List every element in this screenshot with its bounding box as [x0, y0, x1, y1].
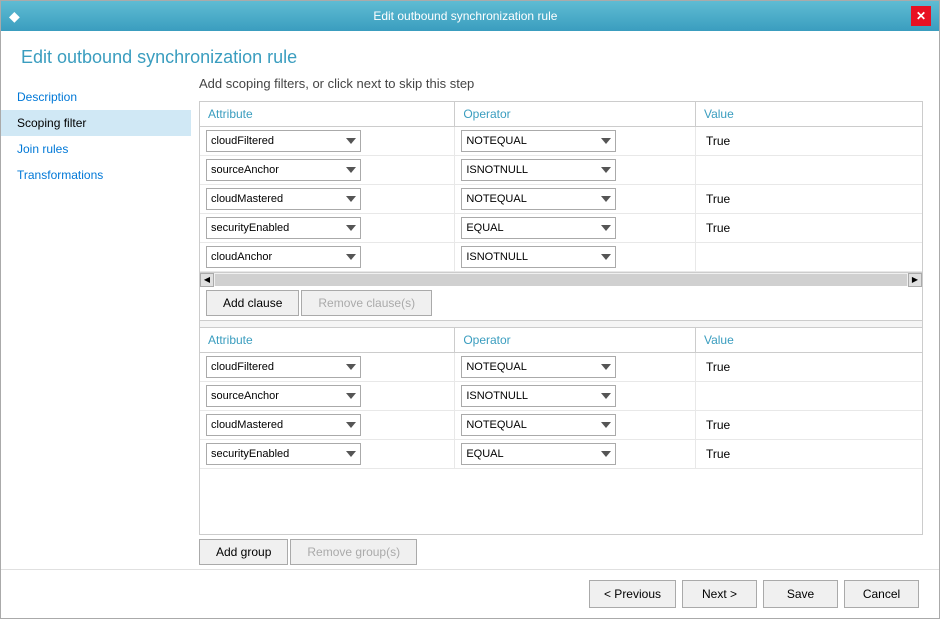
g2-attr-3[interactable]: cloudMastered [206, 414, 361, 436]
g1-op-1[interactable]: NOTEQUAL [461, 130, 616, 152]
main-content: Add scoping filters, or click next to sk… [191, 76, 939, 569]
sidebar: Description Scoping filter Join rules Tr… [1, 76, 191, 569]
group-separator [200, 320, 922, 328]
g1-attr-5[interactable]: cloudAnchor [206, 246, 361, 268]
g2-val-4: True [702, 447, 730, 461]
g2-attr-4[interactable]: securityEnabled [206, 443, 361, 465]
bottom-buttons: < Previous Next > Save Cancel [1, 569, 939, 618]
clause-buttons-row: Add clause Remove clause(s) [206, 290, 916, 316]
g1-op-5[interactable]: ISNOTNULL [461, 246, 616, 268]
g1-attr-4[interactable]: securityEnabled [206, 217, 361, 239]
hscroll-left-btn[interactable]: ◀ [200, 273, 214, 287]
g2-val-2 [702, 389, 706, 403]
step-title: Add scoping filters, or click next to sk… [199, 76, 923, 91]
hscroll-track[interactable] [215, 274, 907, 286]
g1-attr-1[interactable]: cloudFiltered [206, 130, 361, 152]
remove-clause-button[interactable]: Remove clause(s) [301, 290, 432, 316]
cancel-button[interactable]: Cancel [844, 580, 919, 608]
close-button[interactable]: ✕ [911, 6, 931, 26]
filter-area: Attribute Operator Value cloudFiltered N… [199, 101, 923, 569]
sidebar-item-scoping-filter[interactable]: Scoping filter [1, 110, 191, 136]
col-value-1: Value [695, 102, 922, 127]
g1-val-5 [702, 250, 706, 264]
table-row: cloudFiltered NOTEQUAL True [200, 353, 922, 382]
previous-button[interactable]: < Previous [589, 580, 676, 608]
col-attribute-2: Attribute [200, 328, 455, 353]
remove-group-button[interactable]: Remove group(s) [290, 539, 417, 565]
g1-attr-2[interactable]: sourceAnchor [206, 159, 361, 181]
g1-val-4: True [702, 221, 730, 235]
g1-val-2 [702, 163, 706, 177]
page-title: Edit outbound synchronization rule [1, 31, 939, 76]
table-row: sourceAnchor ISNOTNULL [200, 382, 922, 411]
hscroll-bar: ◀ ▶ [200, 272, 922, 286]
sidebar-item-join-rules[interactable]: Join rules [1, 136, 191, 162]
table-row: sourceAnchor ISNOTNULL [200, 156, 922, 185]
g2-op-1[interactable]: NOTEQUAL [461, 356, 616, 378]
save-button[interactable]: Save [763, 580, 838, 608]
group1-table: Attribute Operator Value cloudFiltered N… [200, 102, 922, 272]
title-bar: ◆ Edit outbound synchronization rule ✕ [1, 1, 939, 31]
g1-op-3[interactable]: NOTEQUAL [461, 188, 616, 210]
col-attribute-1: Attribute [200, 102, 455, 127]
sidebar-item-transformations[interactable]: Transformations [1, 162, 191, 188]
g2-op-3[interactable]: NOTEQUAL [461, 414, 616, 436]
col-operator-2: Operator [455, 328, 696, 353]
col-value-2: Value [695, 328, 922, 353]
g2-op-4[interactable]: EQUAL [461, 443, 616, 465]
g1-op-2[interactable]: ISNOTNULL [461, 159, 616, 181]
main-layout: Description Scoping filter Join rules Tr… [1, 76, 939, 569]
scrollable-groups[interactable]: Attribute Operator Value cloudFiltered N… [199, 101, 923, 535]
col-operator-1: Operator [455, 102, 696, 127]
g1-attr-3[interactable]: cloudMastered [206, 188, 361, 210]
table-row: cloudAnchor ISNOTNULL [200, 243, 922, 272]
g2-val-3: True [702, 418, 730, 432]
g1-val-3: True [702, 192, 730, 206]
group-buttons-row: Add group Remove group(s) [199, 539, 923, 569]
content-area: Edit outbound synchronization rule Descr… [1, 31, 939, 618]
table-row: securityEnabled EQUAL True [200, 440, 922, 469]
table-row: cloudMastered NOTEQUAL True [200, 411, 922, 440]
g2-attr-1[interactable]: cloudFiltered [206, 356, 361, 378]
table-row: cloudMastered NOTEQUAL True [200, 185, 922, 214]
g1-val-1: True [702, 134, 730, 148]
window-title: Edit outbound synchronization rule [20, 9, 911, 23]
g1-op-4[interactable]: EQUAL [461, 217, 616, 239]
add-group-button[interactable]: Add group [199, 539, 288, 565]
group2-table: Attribute Operator Value cloudFiltered N… [200, 328, 922, 469]
sidebar-item-description[interactable]: Description [1, 84, 191, 110]
table-row: cloudFiltered NOTEQUAL True [200, 127, 922, 156]
hscroll-right-btn[interactable]: ▶ [908, 273, 922, 287]
g2-attr-2[interactable]: sourceAnchor [206, 385, 361, 407]
table-row: securityEnabled EQUAL True [200, 214, 922, 243]
g2-op-2[interactable]: ISNOTNULL [461, 385, 616, 407]
window-icon: ◆ [9, 8, 20, 25]
next-button[interactable]: Next > [682, 580, 757, 608]
g2-val-1: True [702, 360, 730, 374]
add-clause-button[interactable]: Add clause [206, 290, 299, 316]
main-window: ◆ Edit outbound synchronization rule ✕ E… [0, 0, 940, 619]
